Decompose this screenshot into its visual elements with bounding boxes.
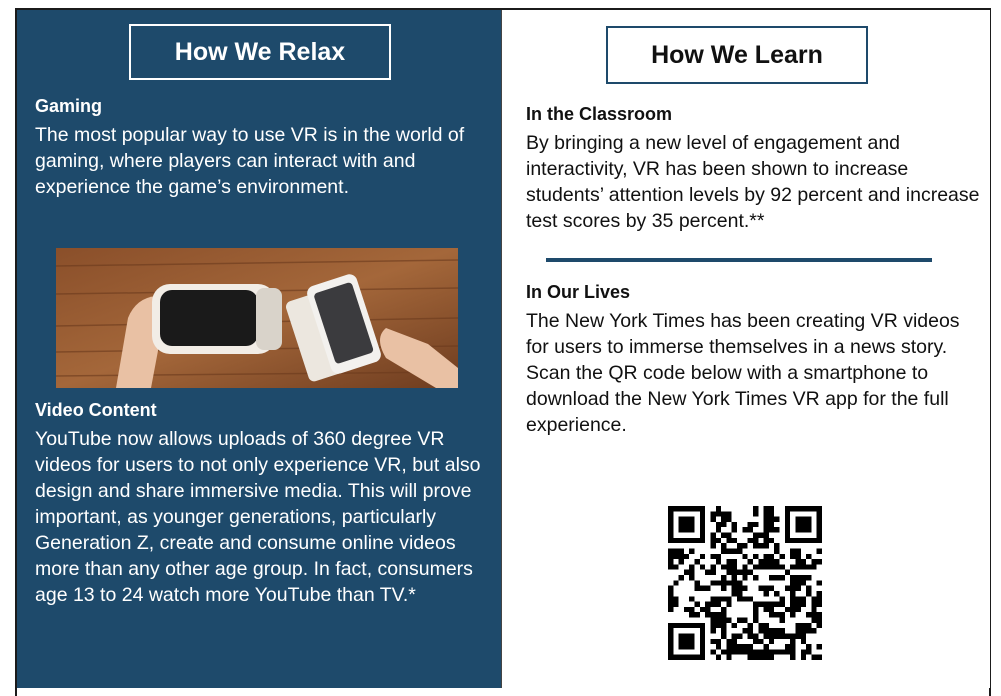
vr-headset-photo: [56, 248, 458, 388]
how-we-learn-title: How We Learn: [606, 26, 868, 84]
in-our-lives-text: The New York Times has been creating VR …: [526, 310, 960, 436]
section-divider: [546, 258, 932, 262]
qr-code-icon[interactable]: [668, 506, 822, 660]
video-content-text: YouTube now allows uploads of 360 degree…: [35, 428, 481, 606]
gaming-heading: Gaming: [35, 96, 103, 116]
in-our-lives-heading: In Our Lives: [526, 282, 631, 302]
how-we-learn-panel: How We Learn In the Classroom By bringin…: [501, 10, 990, 688]
in-the-classroom-heading: In the Classroom: [526, 104, 673, 124]
how-we-relax-panel: How We Relax Gaming The most popular way…: [17, 10, 501, 688]
gaming-text: The most popular way to use VR is in the…: [35, 124, 465, 198]
video-content-heading: Video Content: [35, 400, 157, 420]
in-the-classroom-text: By bringing a new level of engagement an…: [526, 132, 980, 232]
how-we-relax-title: How We Relax: [129, 24, 391, 80]
qr-code-graphic: [668, 506, 822, 660]
vr-headset-and-phone-icon: [56, 248, 458, 388]
